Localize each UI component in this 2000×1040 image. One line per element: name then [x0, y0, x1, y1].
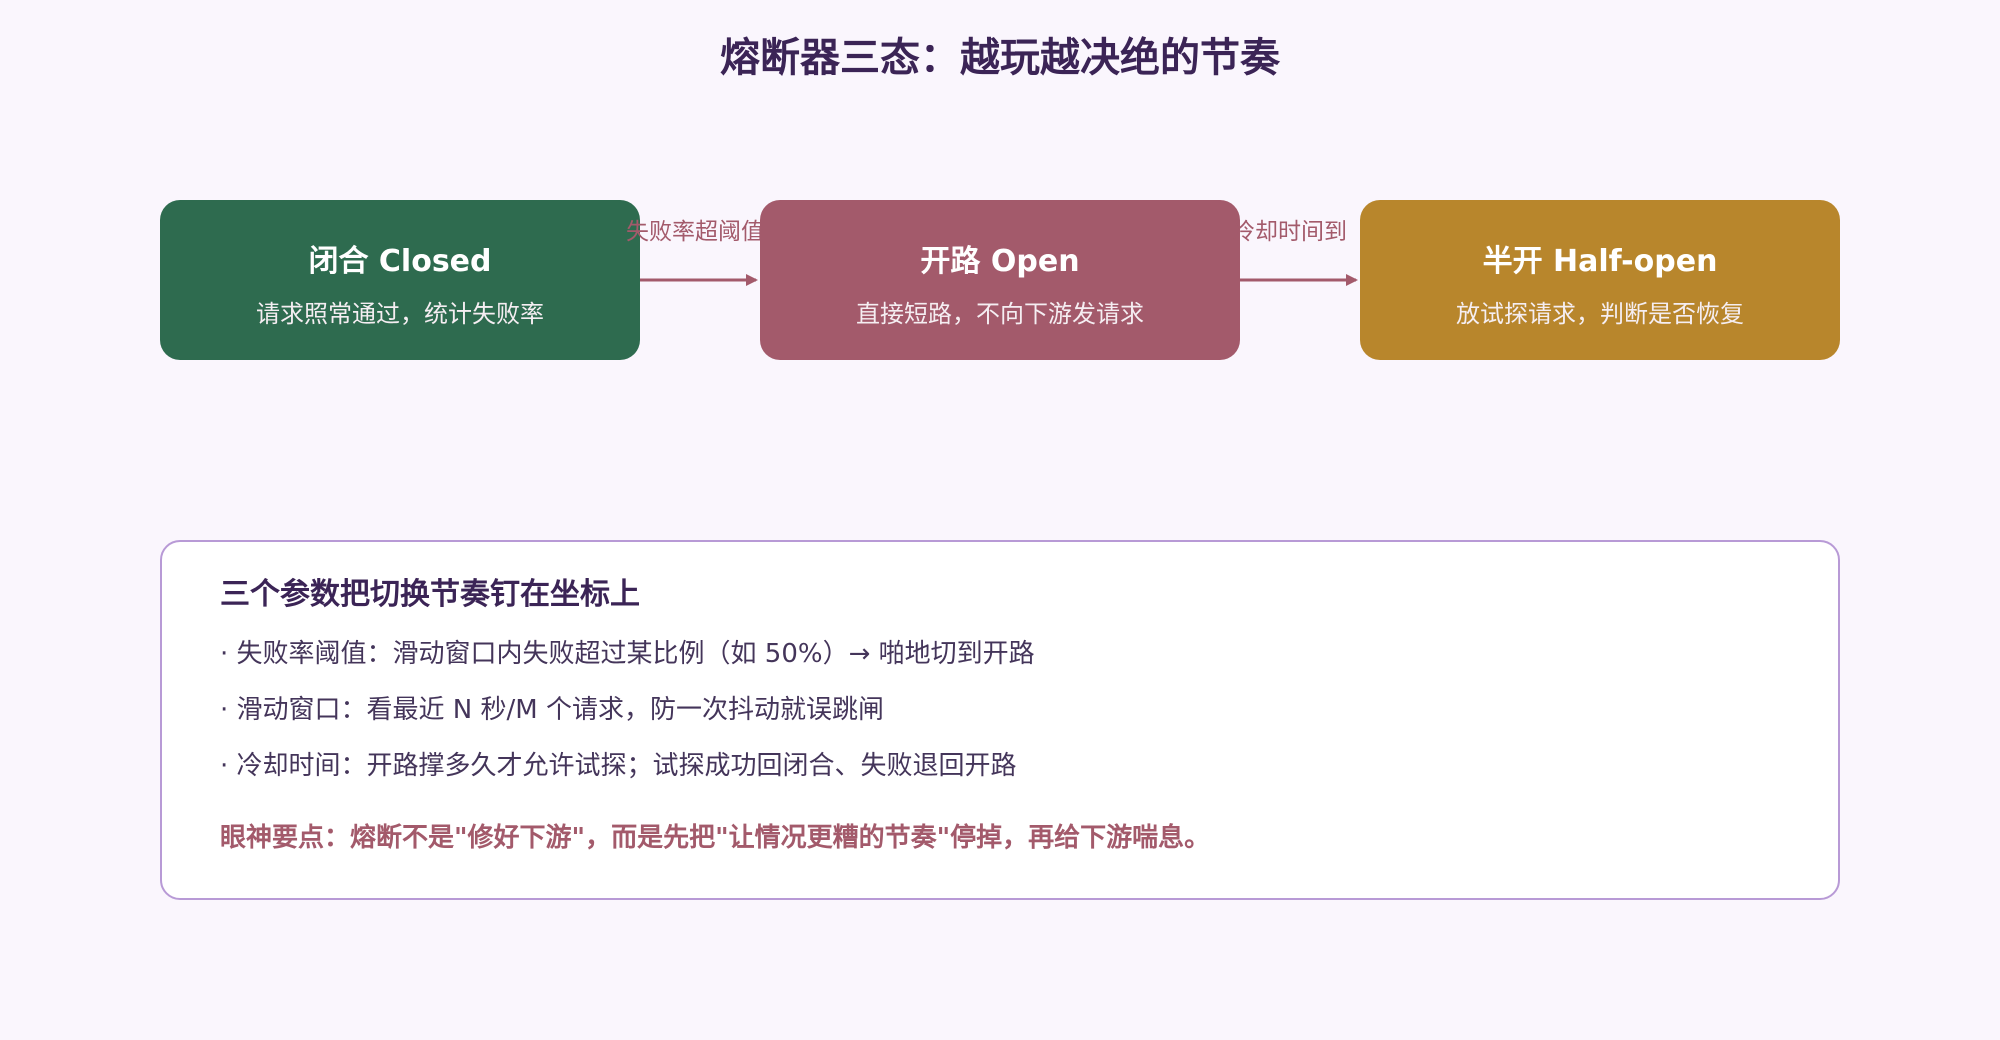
state-open-desc: 直接短路，不向下游发请求	[856, 300, 1144, 328]
param-failure-threshold: · 失败率阈值：滑动窗口内失败超过某比例（如 50%）→ 啪地切到开路	[220, 639, 1035, 669]
panel-title: 三个参数把切换节奏钉在坐标上	[220, 577, 640, 612]
state-open-name: 开路 Open	[920, 244, 1080, 279]
state-open-box: 开路 Open 直接短路，不向下游发请求	[760, 200, 1240, 360]
state-closed-desc: 请求照常通过，统计失败率	[256, 300, 544, 328]
state-halfopen-name: 半开 Half-open	[1482, 244, 1718, 279]
state-closed-name: 闭合 Closed	[308, 244, 492, 279]
state-closed-box: 闭合 Closed 请求照常通过，统计失败率	[160, 200, 640, 360]
transition-label-failure-threshold: 失败率超阈值	[626, 219, 760, 245]
state-halfopen-desc: 放试探请求，判断是否恢复	[1456, 300, 1744, 328]
parameters-panel: 三个参数把切换节奏钉在坐标上 · 失败率阈值：滑动窗口内失败超过某比例（如 50…	[160, 540, 1840, 900]
param-cooldown: · 冷却时间：开路撑多久才允许试探；试探成功回闭合、失败退回开路	[220, 751, 1017, 781]
key-tip: 眼神要点：熔断不是"修好下游"，而是先把"让情况更糟的节奏"停掉，再给下游喘息。	[220, 823, 1211, 853]
state-halfopen-box: 半开 Half-open 放试探请求，判断是否恢复	[1360, 200, 1840, 360]
transition-label-cooldown: 冷却时间到	[1232, 219, 1347, 245]
param-sliding-window: · 滑动窗口：看最近 N 秒/M 个请求，防一次抖动就误跳闸	[220, 695, 884, 725]
